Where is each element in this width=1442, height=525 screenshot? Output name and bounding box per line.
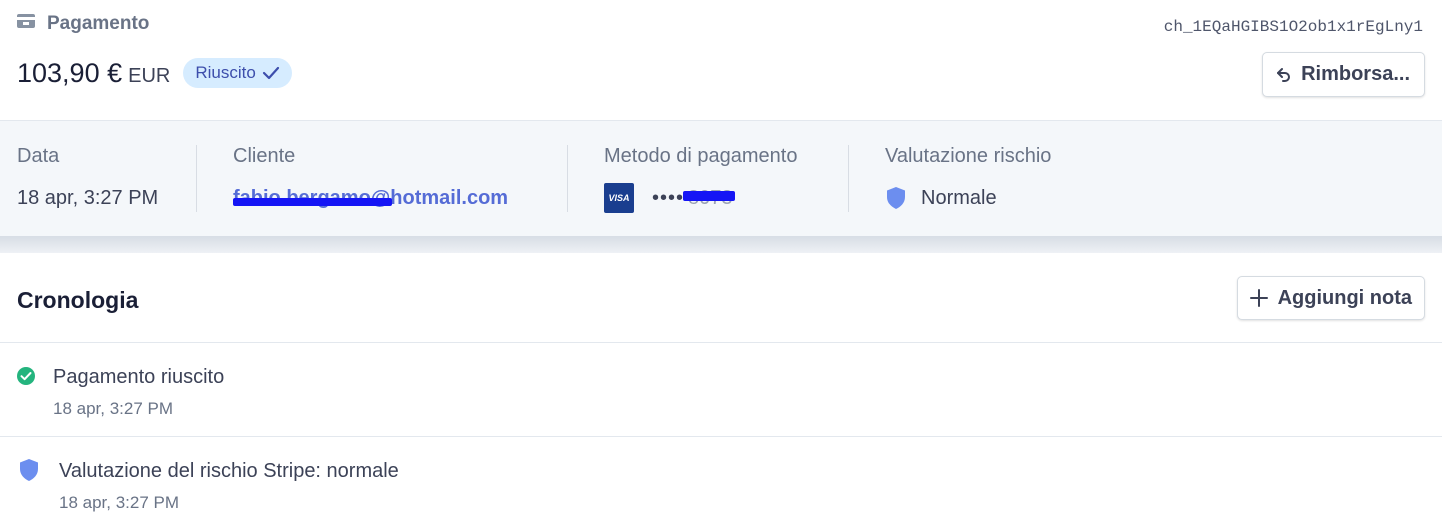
refund-button[interactable]: Rimborsa... bbox=[1262, 52, 1425, 97]
checkmark-icon bbox=[262, 66, 279, 80]
date-label: Data bbox=[17, 145, 60, 167]
card-number-dots: •••• bbox=[652, 186, 685, 209]
event-title: Valutazione del rischio Stripe: normale bbox=[59, 460, 399, 482]
card-last4-container: 8073 bbox=[683, 187, 736, 210]
shield-icon bbox=[20, 459, 38, 481]
redaction-mark bbox=[683, 190, 736, 201]
payment-card-icon bbox=[17, 14, 35, 28]
payment-type: Pagamento bbox=[17, 13, 149, 35]
risk-value-row[interactable]: Normale bbox=[885, 182, 1051, 214]
timeline-event: Pagamento riuscito 18 apr, 3:27 PM bbox=[0, 343, 1442, 437]
event-time: 18 apr, 3:27 PM bbox=[59, 493, 180, 512]
timeline-event: Valutazione del rischio Stripe: normale … bbox=[0, 437, 1442, 525]
divider bbox=[196, 145, 197, 212]
summary-payment-method: Metodo di pagamento VISA •••• 8073 bbox=[604, 145, 797, 213]
divider bbox=[848, 145, 849, 212]
add-note-label: Aggiungi nota bbox=[1277, 286, 1412, 309]
payment-type-label: Pagamento bbox=[47, 13, 150, 34]
amount: 103,90 € bbox=[17, 58, 123, 88]
amount-row: 103,90 € EUR Riuscito bbox=[17, 58, 292, 92]
customer-email-link[interactable]: fabio.bergamo@hotmail.com bbox=[233, 187, 508, 210]
undo-arrow-icon bbox=[1277, 67, 1291, 82]
plus-icon bbox=[1249, 289, 1268, 307]
payment-method-label: Metodo di pagamento bbox=[604, 145, 798, 167]
refund-button-label: Rimborsa... bbox=[1301, 63, 1410, 85]
status-badge: Riuscito bbox=[183, 58, 292, 88]
customer-label: Cliente bbox=[233, 145, 296, 167]
payment-summary: Data 18 apr, 3:27 PM Cliente fabio.berga… bbox=[0, 120, 1442, 236]
shield-icon bbox=[885, 186, 907, 210]
divider bbox=[567, 145, 568, 212]
visa-card-icon: VISA bbox=[604, 183, 634, 213]
summary-customer: Cliente fabio.bergamo@hotmail.com bbox=[233, 145, 508, 213]
timeline-title: Cronologia bbox=[17, 287, 139, 313]
charge-id[interactable]: ch_1EQaHGIBS1O2ob1x1rEgLny1 bbox=[1164, 18, 1423, 36]
status-badge-label: Riuscito bbox=[195, 63, 256, 82]
risk-value: Normale bbox=[921, 186, 997, 209]
date-value: 18 apr, 3:27 PM bbox=[17, 186, 159, 209]
summary-date: Data 18 apr, 3:27 PM bbox=[17, 145, 158, 213]
redaction-mark bbox=[233, 197, 392, 206]
event-title: Pagamento riuscito bbox=[53, 366, 225, 388]
payment-method-value: VISA •••• 8073 bbox=[604, 182, 797, 214]
section-separator bbox=[0, 236, 1442, 253]
risk-label: Valutazione rischio bbox=[885, 145, 1052, 167]
timeline-header: Cronologia Aggiungi nota bbox=[0, 253, 1442, 343]
check-circle-icon bbox=[17, 367, 35, 385]
event-time: 18 apr, 3:27 PM bbox=[53, 399, 174, 418]
add-note-button[interactable]: Aggiungi nota bbox=[1236, 276, 1425, 320]
payment-header: Pagamento ch_1EQaHGIBS1O2ob1x1rEgLny1 10… bbox=[0, 0, 1442, 120]
summary-risk: Valutazione rischio Normale bbox=[885, 145, 1051, 213]
customer-value-row: fabio.bergamo@hotmail.com bbox=[233, 182, 508, 214]
currency: EUR bbox=[128, 65, 171, 87]
